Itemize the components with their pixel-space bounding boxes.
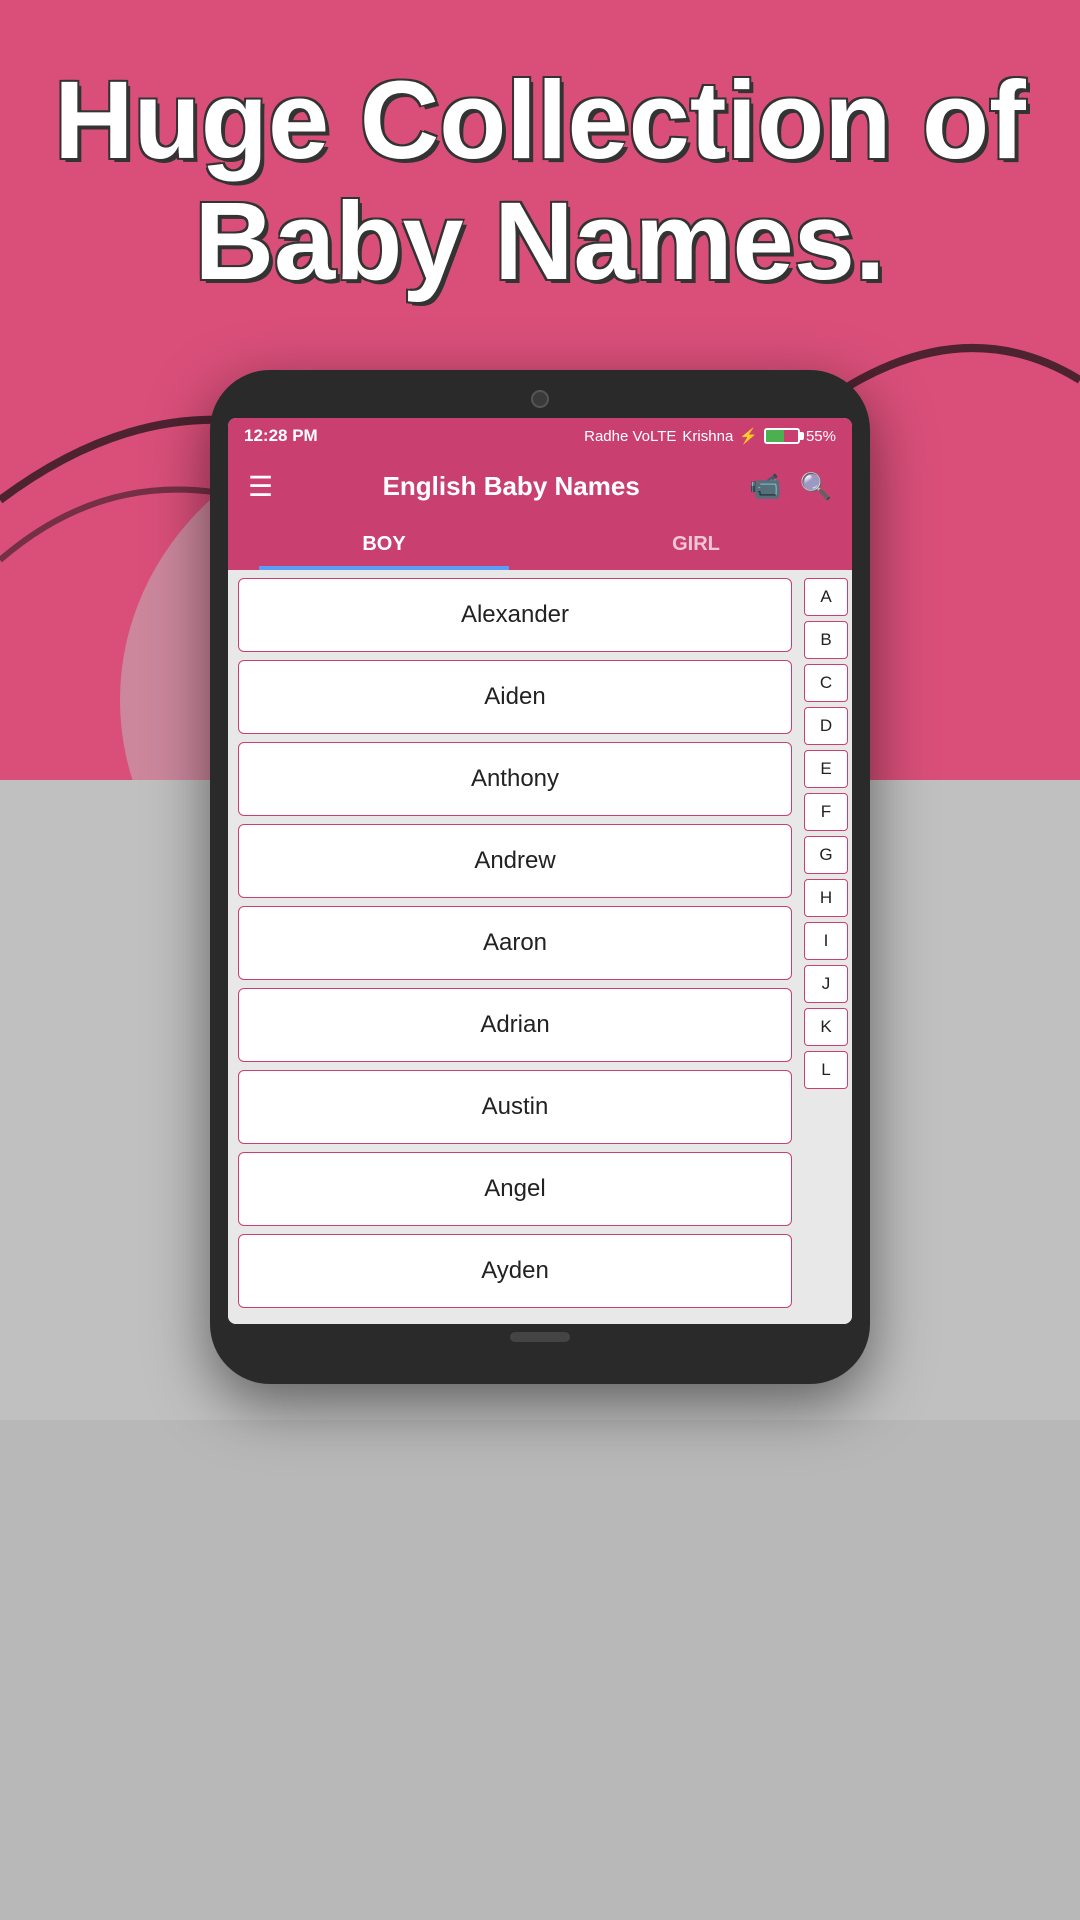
hero-text: Huge Collection of Baby Names. [0, 60, 1080, 302]
name-list-item[interactable]: Aiden [238, 660, 792, 734]
name-list-item[interactable]: Aaron [238, 906, 792, 980]
phone-bottom-speaker [510, 1332, 570, 1342]
app-bar-title: English Baby Names [383, 471, 640, 502]
hamburger-icon[interactable]: ☰ [248, 470, 273, 503]
status-right: Radhe VoLTE Krishna ⚡ 55% [584, 427, 836, 445]
name-list-item[interactable]: Angel [238, 1152, 792, 1226]
list-area: Alexander Aiden Anthony Andrew Aaron Adrian Au… [228, 570, 852, 1324]
battery-bar [764, 428, 800, 444]
phone-mockup: 12:28 PM Radhe VoLTE Krishna ⚡ 55% ☰ Eng… [210, 370, 870, 1384]
phone-screen: 12:28 PM Radhe VoLTE Krishna ⚡ 55% ☰ Eng… [228, 418, 852, 1324]
alpha-btn-k[interactable]: K [804, 1008, 848, 1046]
bolt-icon: ⚡ [739, 427, 758, 445]
battery-percent: 55% [806, 428, 836, 445]
video-icon[interactable]: 📹 [749, 471, 781, 502]
name-list-item[interactable]: Austin [238, 1070, 792, 1144]
name-list-item[interactable]: Adrian [238, 988, 792, 1062]
alpha-btn-i[interactable]: I [804, 922, 848, 960]
battery-fill [766, 430, 784, 442]
carrier2-label: Krishna [682, 428, 733, 445]
status-time: 12:28 PM [244, 426, 318, 446]
app-bar: ☰ English Baby Names 📹 🔍 [228, 454, 852, 519]
status-bar: 12:28 PM Radhe VoLTE Krishna ⚡ 55% [228, 418, 852, 454]
alpha-btn-c[interactable]: C [804, 664, 848, 702]
alpha-btn-b[interactable]: B [804, 621, 848, 659]
search-icon[interactable]: 🔍 [800, 471, 832, 502]
name-list-item[interactable]: Andrew [238, 824, 792, 898]
names-list: Alexander Aiden Anthony Andrew Aaron Adrian Au… [228, 570, 800, 1324]
alpha-btn-f[interactable]: F [804, 793, 848, 831]
alpha-btn-j[interactable]: J [804, 965, 848, 1003]
name-list-item[interactable]: Alexander [238, 578, 792, 652]
alpha-btn-e[interactable]: E [804, 750, 848, 788]
name-list-item[interactable]: Ayden [238, 1234, 792, 1308]
alphabet-sidebar: ABCDEFGHIJKL [800, 570, 852, 1324]
hero-line2: Baby Names. [40, 181, 1040, 302]
tab-boy[interactable]: BOY [228, 519, 540, 570]
alpha-btn-h[interactable]: H [804, 879, 848, 917]
alpha-btn-g[interactable]: G [804, 836, 848, 874]
phone-camera [531, 390, 549, 408]
hero-line1: Huge Collection of [40, 60, 1040, 181]
app-bar-icons: 📹 🔍 [749, 471, 832, 502]
tabs: BOY GIRL [228, 519, 852, 570]
carrier1-label: Radhe VoLTE [584, 428, 676, 445]
name-list-item[interactable]: Anthony [238, 742, 792, 816]
tab-girl[interactable]: GIRL [540, 519, 852, 570]
alpha-btn-a[interactable]: A [804, 578, 848, 616]
alpha-btn-l[interactable]: L [804, 1051, 848, 1089]
alpha-btn-d[interactable]: D [804, 707, 848, 745]
bottom-background [0, 1420, 1080, 1920]
